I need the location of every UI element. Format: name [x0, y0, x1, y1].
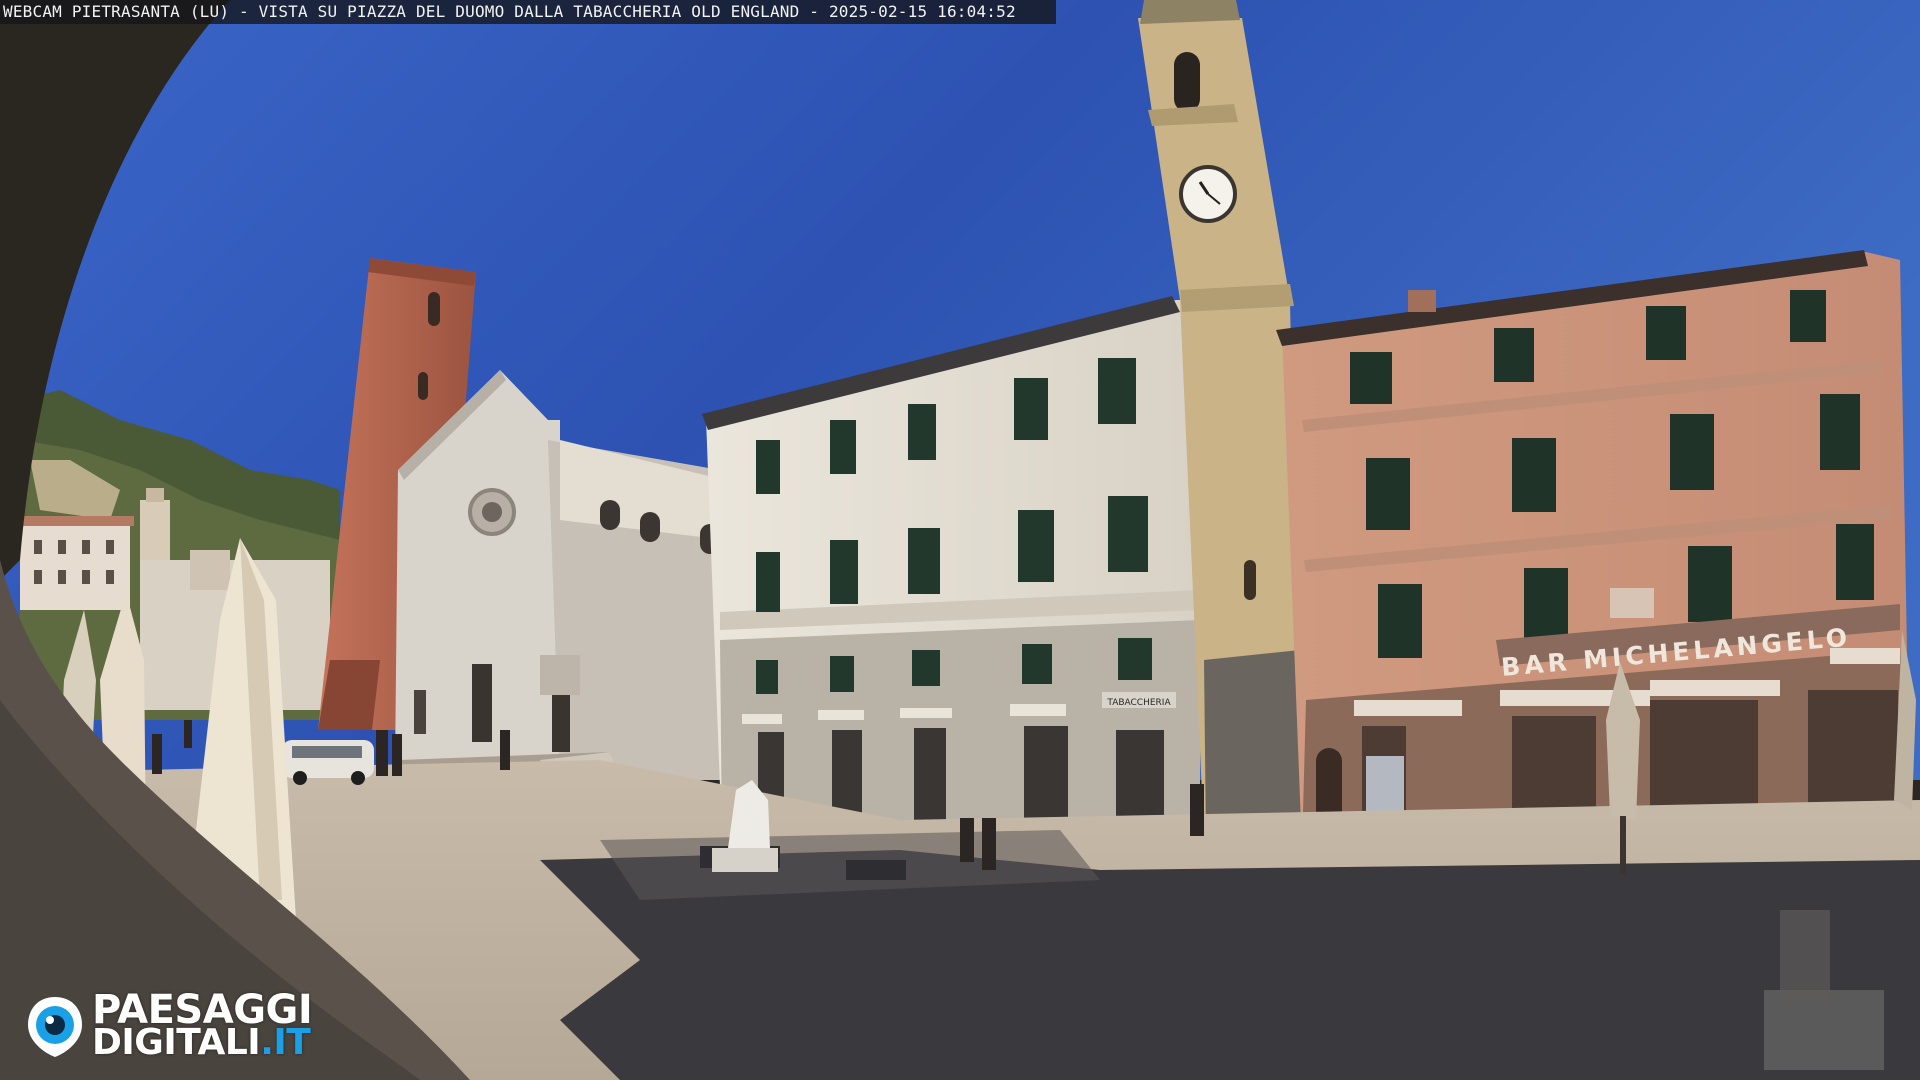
sign-tabaccheria: TABACCHERIA	[1106, 698, 1171, 708]
eye-logo-icon	[28, 997, 82, 1057]
logo-line-2: DIGITALI.IT	[92, 1022, 311, 1063]
webcam-scene: TABACCHERIA BAR MICHELANGELO	[0, 0, 1920, 1080]
paesaggi-digitali-logo: PAESAGGI DIGITALI.IT	[26, 987, 326, 1063]
pink-palazzo: BAR MICHELANGELO	[1276, 250, 1910, 850]
webcam-caption: WEBCAM PIETRASANTA (LU) - VISTA SU PIAZZ…	[3, 2, 1016, 21]
logo-line-2-tld: .IT	[260, 1022, 311, 1063]
webcam-caption-bar: WEBCAM PIETRASANTA (LU) - VISTA SU PIAZZ…	[0, 0, 1056, 24]
logo-line-2-main: DIGITALI	[92, 1022, 261, 1063]
